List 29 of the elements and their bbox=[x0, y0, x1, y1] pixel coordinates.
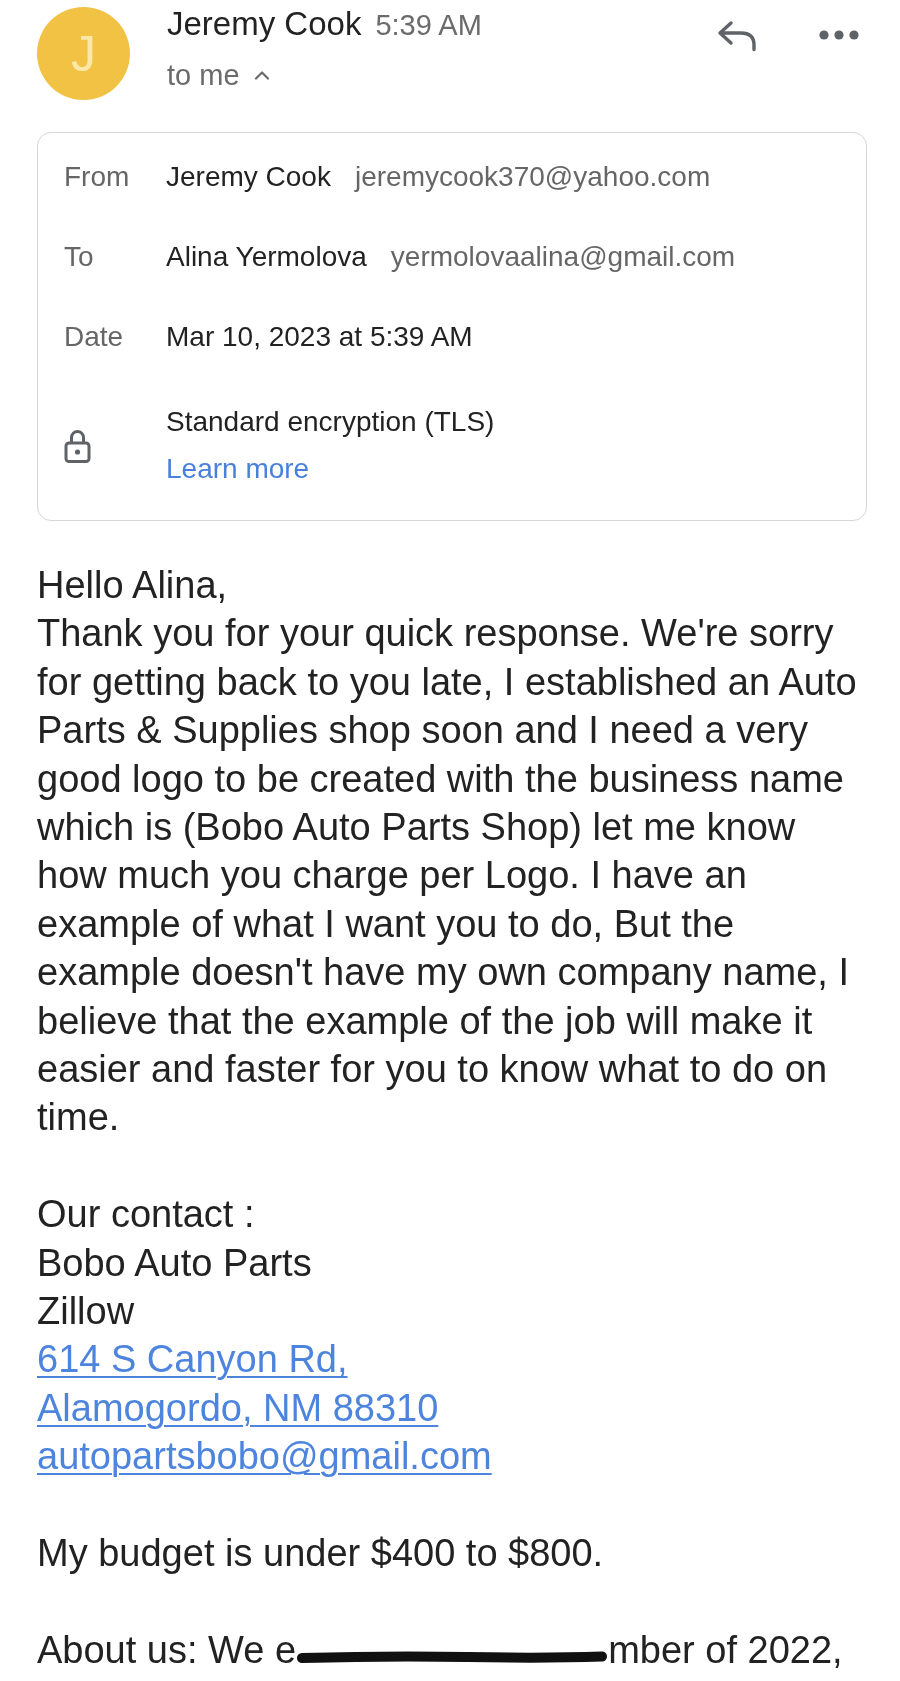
body-text: My budget is under $400 to $800. bbox=[37, 1531, 604, 1577]
body-text: mber of 2022, bbox=[608, 1628, 843, 1671]
body-link[interactable]: autopartsbobo@gmail.com bbox=[37, 1432, 492, 1481]
body-text: Our contact : bbox=[37, 1192, 255, 1238]
detail-label: From bbox=[64, 160, 131, 194]
avatar: J bbox=[37, 7, 130, 100]
body-text: Zillow bbox=[37, 1289, 135, 1335]
chevron-up-icon[interactable] bbox=[253, 70, 270, 80]
detail-value: Jeremy Cook bbox=[166, 160, 331, 194]
more-options-icon[interactable] bbox=[819, 30, 859, 40]
email-address: jeremycook370@yahoo.com bbox=[354, 160, 711, 194]
body-link[interactable]: 614 S Canyon Rd, bbox=[37, 1335, 348, 1384]
email-address: yermolovaalina@gmail.com bbox=[390, 240, 736, 274]
learn-more-link[interactable]: Learn more bbox=[166, 445, 310, 492]
detail-value: Mar 10, 2023 at 5:39 AM bbox=[166, 320, 473, 354]
body-text: Thank you for your quick response. We're sorry for getting back to you late, I established an Auto Parts & Supplies shop soon and I need a very good logo to be created with the business name which is (Bobo Auto Parts Shop) let me know how much you charge per Logo. I have an example of what I want you to do, But the example doesn't have my own company name, I believe that the example of the job will make it easier and faster for you to know what to do on time. bbox=[37, 611, 858, 1141]
body-text: Hello Alina, bbox=[37, 563, 228, 608]
encryption-text: Standard encryption (TLS) bbox=[166, 405, 495, 439]
reply-icon[interactable] bbox=[716, 20, 758, 52]
detail-label: To bbox=[64, 240, 95, 274]
detail-label: Date bbox=[64, 320, 125, 354]
send-time: 5:39 AM bbox=[375, 8, 482, 43]
sender-name: Jeremy Cook bbox=[167, 4, 362, 44]
lock-icon bbox=[64, 427, 91, 463]
recipient-label[interactable]: to me bbox=[167, 55, 240, 95]
body-text: Bobo Auto Parts bbox=[37, 1240, 312, 1286]
detail-value: Alina Yermolova bbox=[166, 240, 367, 274]
body-text: About us: We e bbox=[37, 1628, 297, 1671]
body-link[interactable]: Alamogordo, NM 88310 bbox=[37, 1383, 439, 1433]
